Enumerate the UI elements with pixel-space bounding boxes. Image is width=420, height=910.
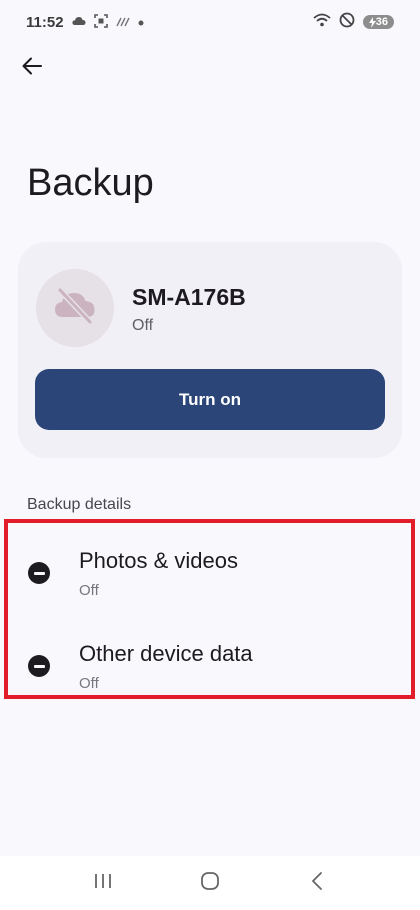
back-button[interactable] [14,50,50,86]
home-icon [200,871,220,896]
status-left: 11:52 [26,14,144,31]
minus-circle-icon [28,562,50,584]
list-item-other-device-data[interactable]: Other device data Off [0,623,420,713]
list-item-status: Off [79,675,99,692]
minus-circle-icon [28,655,50,677]
battery-charging-icon: 36 [362,15,394,29]
screenshot-icon [93,13,108,31]
dot-icon [138,15,144,29]
recent-apps-icon [94,873,112,894]
arrow-left-icon [22,57,42,80]
device-status: Off [132,317,154,334]
device-name: SM-A176B [132,284,246,310]
battery-level: 36 [375,16,388,28]
recent-apps-button[interactable] [83,863,123,903]
list-item-title: Other device data [79,641,253,666]
do-not-disturb-icon [339,12,355,32]
list-item-title: Photos & videos [79,548,238,573]
status-time: 11:52 [26,13,64,31]
cloud-off-icon [52,286,98,331]
back-icon [311,871,323,896]
turn-on-button[interactable]: Turn on [35,369,385,430]
status-bar: 11:52 36 [0,0,420,44]
status-right: 36 [313,12,394,32]
home-button[interactable] [190,863,230,903]
device-avatar [36,269,114,347]
signal-slash-icon [115,15,130,30]
cloud-icon [71,15,86,29]
list-item-status: Off [79,582,99,599]
nav-back-button[interactable] [297,863,337,903]
backup-details-label: Backup details [27,496,132,513]
list-item-photos-videos[interactable]: Photos & videos Off [0,530,420,620]
page-title: Backup [27,162,154,204]
navigation-bar [0,856,420,910]
device-card: SM-A176B Off Turn on [18,242,402,458]
wifi-icon [313,13,331,31]
